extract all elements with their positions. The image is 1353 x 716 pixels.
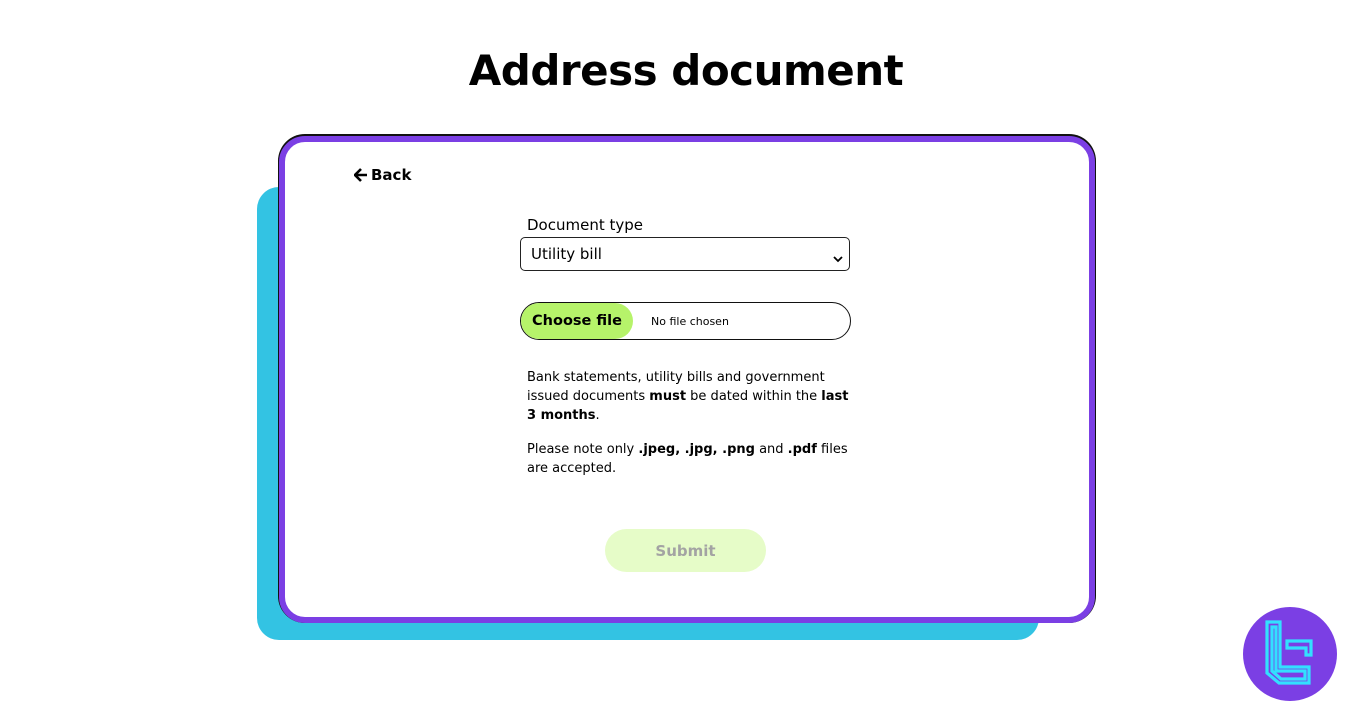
file-input[interactable]: Choose file No file chosen xyxy=(520,302,851,340)
note2-text-2: and xyxy=(754,442,788,457)
file-type-note: Please note only .jpeg, .jpg, .png and .… xyxy=(527,440,857,478)
note2-text-1: Please note only xyxy=(527,442,639,457)
brand-logo-icon xyxy=(1243,607,1337,701)
back-label: Back xyxy=(371,166,412,184)
date-requirement-note: Bank statements, utility bills and gover… xyxy=(527,368,857,425)
note1-bold-1: must xyxy=(649,389,687,404)
note1-text-2: be dated within the xyxy=(686,389,822,404)
document-type-value: Utility bill xyxy=(531,245,602,263)
note2-bold-1: .jpeg, .jpg, .png xyxy=(638,442,755,457)
note2-bold-2: .pdf xyxy=(787,442,817,457)
arrow-left-icon xyxy=(354,168,368,182)
document-type-select[interactable]: Utility bill xyxy=(520,237,850,271)
choose-file-button[interactable]: Choose file xyxy=(521,303,633,339)
submit-button[interactable]: Submit xyxy=(605,529,766,572)
chevron-down-icon xyxy=(833,249,843,267)
note1-text-3: . xyxy=(595,408,600,423)
file-status: No file chosen xyxy=(651,314,729,328)
page-title: Address document xyxy=(468,46,904,95)
back-link[interactable]: Back xyxy=(354,166,411,184)
document-type-label: Document type xyxy=(527,216,643,234)
